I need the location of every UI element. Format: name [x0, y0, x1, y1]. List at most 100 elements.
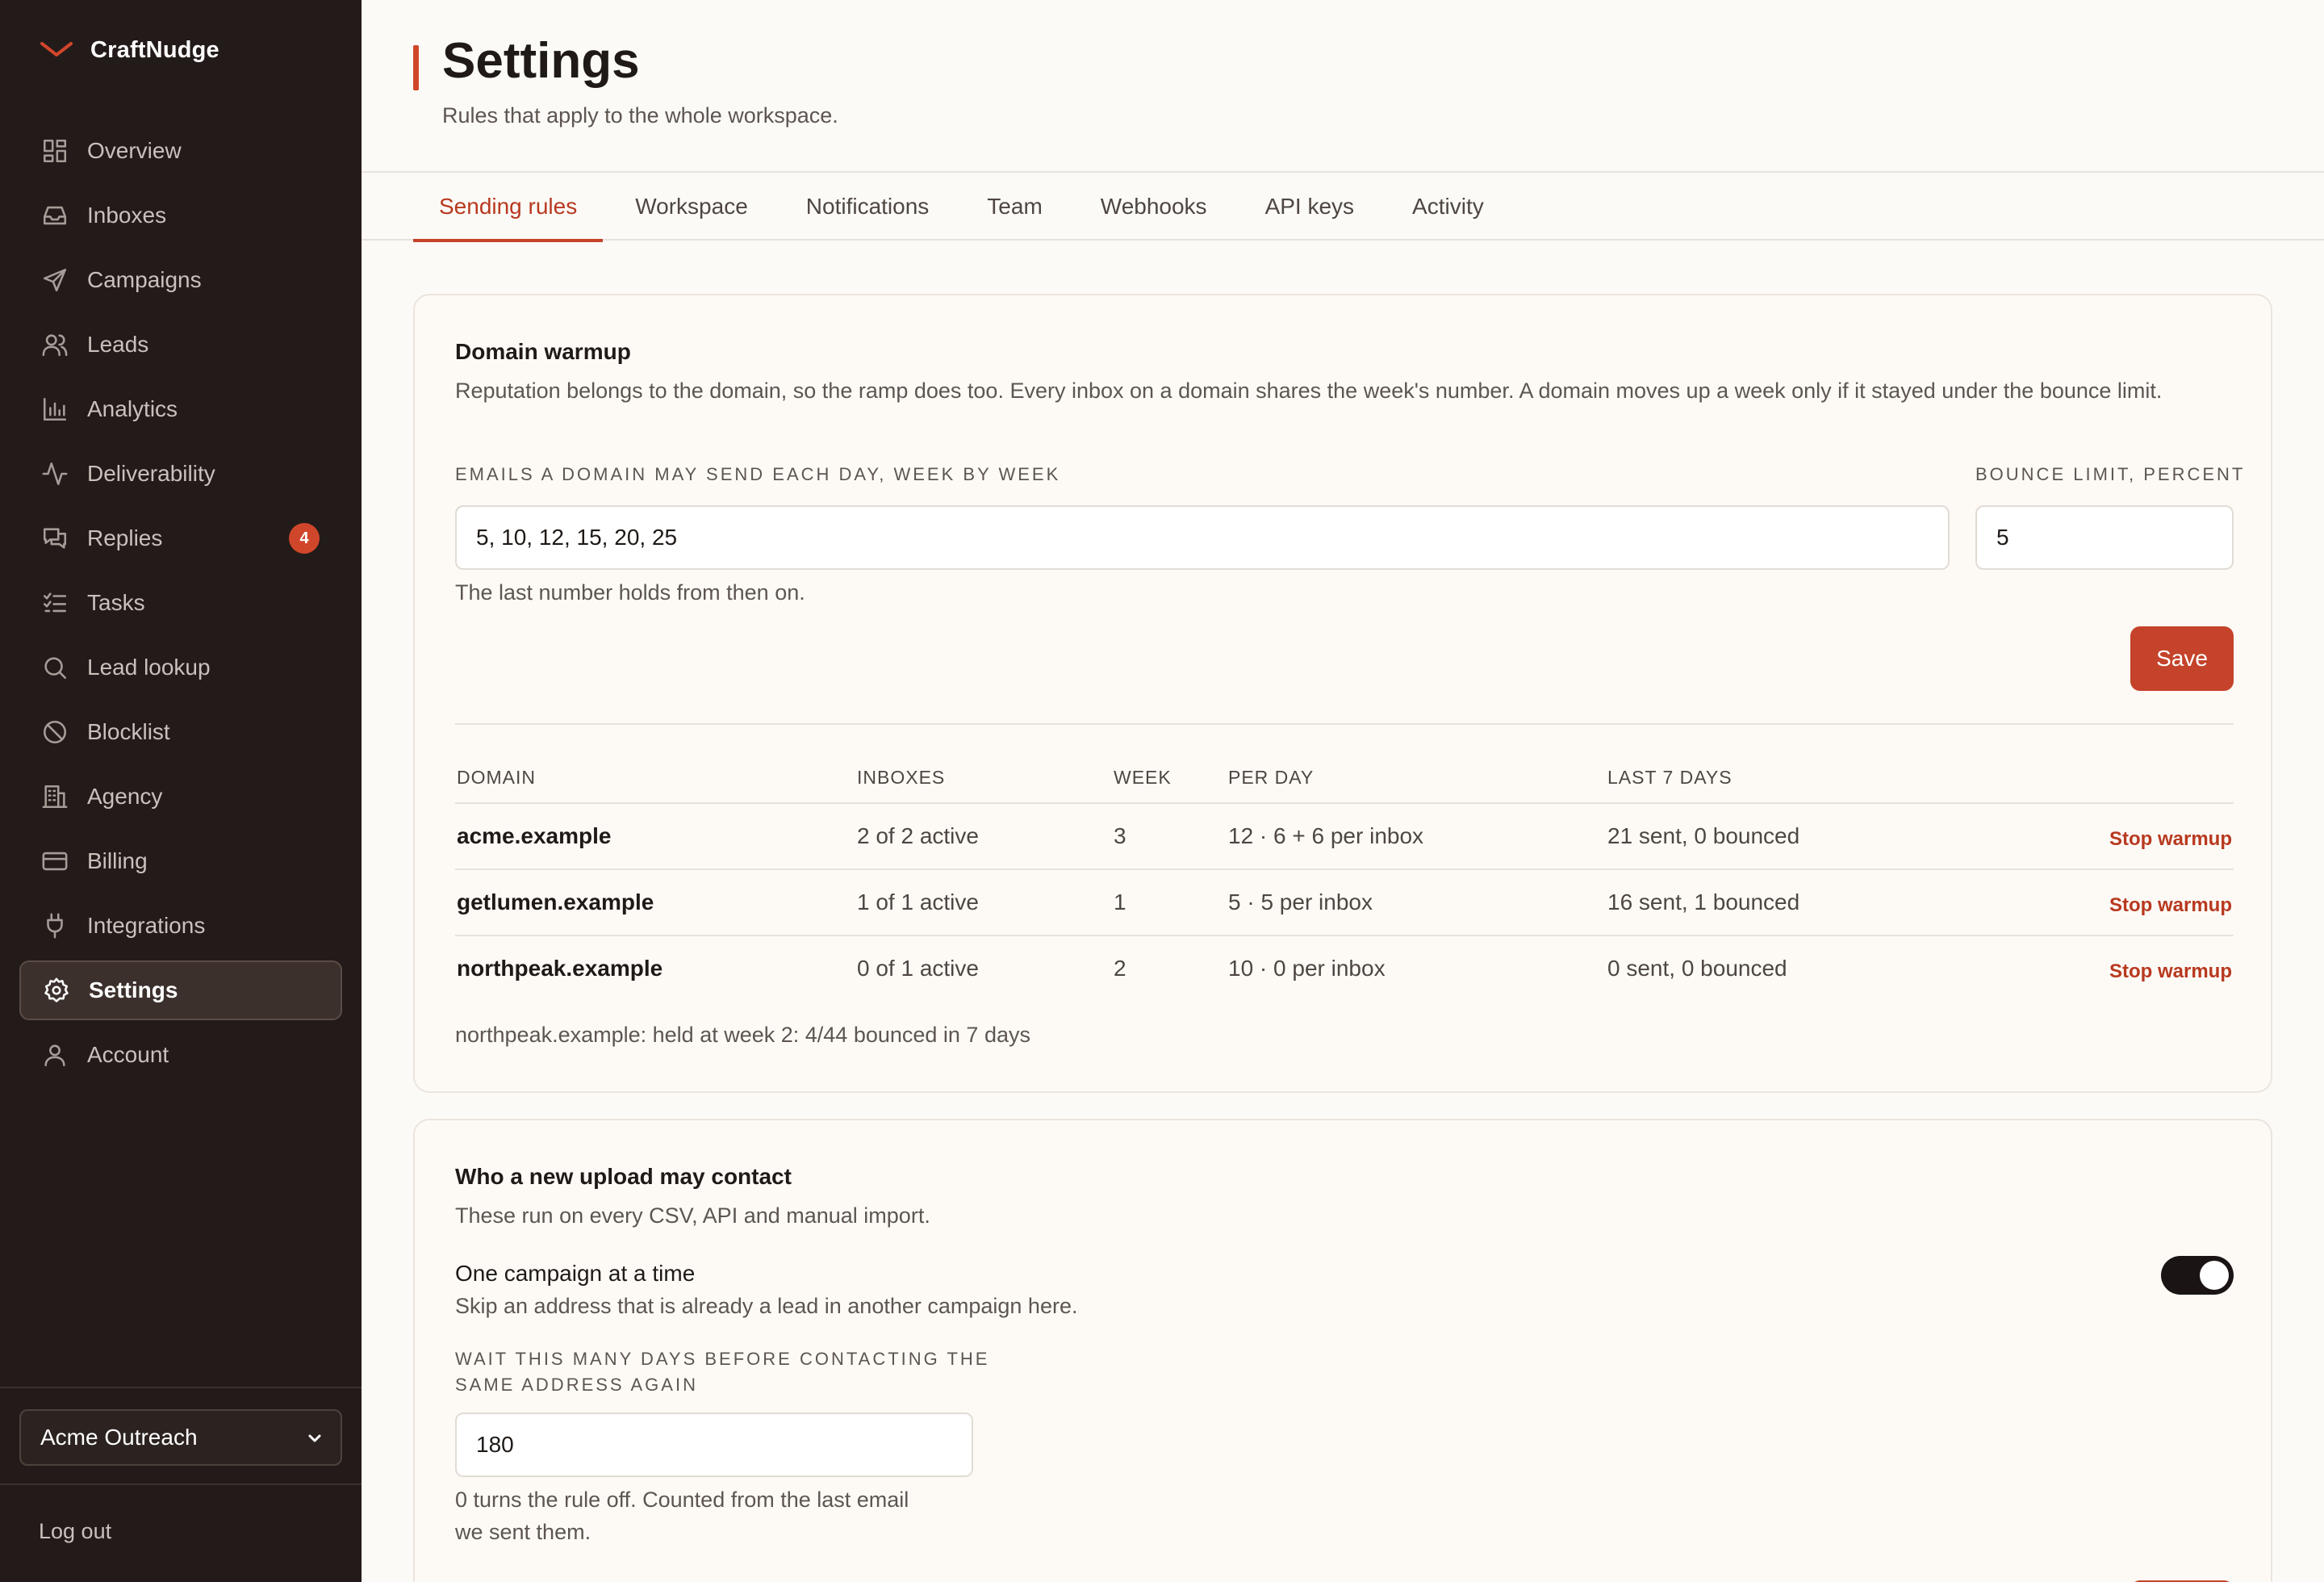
tab-workspace[interactable]: Workspace: [609, 173, 774, 241]
schedule-input[interactable]: 5, 10, 12, 15, 20, 25: [455, 505, 1950, 570]
stop-warmup-button[interactable]: Stop warmup: [2109, 960, 2232, 983]
sidebar-nav: Overview Inboxes Campaigns Leads Analyti…: [19, 121, 342, 1090]
main-content: Settings Rules that apply to the whole w…: [362, 0, 2324, 1582]
chevron-down-icon: [308, 1434, 321, 1442]
sidebar-item-billing[interactable]: Billing: [19, 831, 342, 891]
bounce-limit-label: Bounce limit, percent: [1975, 464, 2246, 484]
bounce-limit-input[interactable]: 5: [1975, 505, 2234, 570]
week-cell: 3: [1114, 823, 1126, 848]
wait-days-input[interactable]: 180: [455, 1412, 973, 1477]
domain-warmup-description: Reputation belongs to the domain, so the…: [455, 379, 2163, 403]
per-day-cell: 10 · 0 per inbox: [1228, 956, 1386, 981]
save-button[interactable]: Save: [2130, 626, 2234, 691]
sidebar-item-inboxes[interactable]: Inboxes: [19, 186, 342, 245]
chat-icon: [40, 524, 69, 553]
tab-notifications[interactable]: Notifications: [780, 173, 955, 241]
one-campaign-toggle[interactable]: [2161, 1256, 2234, 1295]
workspace-select[interactable]: Acme Outreach: [19, 1409, 342, 1466]
toggle-knob: [2200, 1261, 2229, 1290]
title-accent-bar: [413, 45, 419, 90]
domain-name: acme.example: [457, 823, 612, 848]
wait-days-hint-line: we sent them.: [455, 1520, 591, 1544]
section-divider: [455, 723, 2234, 725]
tab-api-keys[interactable]: API keys: [1239, 173, 1380, 241]
per-day-cell: 12 · 6 + 6 per inbox: [1228, 823, 1424, 848]
user-icon: [40, 1040, 69, 1069]
brand[interactable]: CraftNudge: [39, 36, 219, 65]
sidebar-item-account[interactable]: Account: [19, 1025, 342, 1085]
stop-warmup-button[interactable]: Stop warmup: [2109, 894, 2232, 917]
upload-rules-title: Who a new upload may contact: [455, 1164, 792, 1189]
workspace-select-value: Acme Outreach: [40, 1425, 198, 1450]
wait-days-label-line: same address again: [455, 1375, 698, 1395]
sidebar-item-overview[interactable]: Overview: [19, 121, 342, 181]
warmup-hold-note: northpeak.example: held at week 2: 4/44 …: [455, 1023, 1030, 1047]
logout-link[interactable]: Log out: [39, 1519, 111, 1544]
sidebar-item-analytics[interactable]: Analytics: [19, 379, 342, 439]
table-header-divider: [455, 802, 2234, 804]
sidebar-item-label: Billing: [87, 848, 148, 873]
week-cell: 1: [1114, 889, 1126, 914]
wait-days-hint-line: 0 turns the rule off. Counted from the l…: [455, 1488, 909, 1512]
sidebar-item-agency[interactable]: Agency: [19, 767, 342, 827]
wait-days-hint: 0 turns the rule off. Counted from the l…: [455, 1484, 909, 1548]
table-row-divider: [455, 868, 2234, 870]
sidebar-item-settings[interactable]: Settings: [19, 960, 342, 1020]
column-header-per-day: PER DAY: [1228, 767, 1315, 788]
domain-warmup-title: Domain warmup: [455, 339, 631, 364]
sidebar-item-label: Blocklist: [87, 719, 170, 744]
sidebar-item-label: Inboxes: [87, 203, 167, 228]
sidebar-item-label: Lead lookup: [87, 655, 211, 680]
sidebar-item-label: Agency: [87, 784, 163, 809]
gear-icon: [42, 976, 71, 1005]
schedule-hint: The last number holds from then on.: [455, 580, 805, 605]
sidebar-item-label: Campaigns: [87, 267, 202, 292]
sidebar-item-deliverability[interactable]: Deliverability: [19, 444, 342, 504]
one-campaign-description: Skip an address that is already a lead i…: [455, 1294, 1078, 1318]
tab-team[interactable]: Team: [961, 173, 1068, 241]
column-header-inboxes: INBOXES: [857, 767, 946, 788]
sidebar-item-lead-lookup[interactable]: Lead lookup: [19, 638, 342, 697]
inboxes-cell: 1 of 1 active: [857, 889, 979, 914]
sidebar-item-label: Account: [87, 1042, 169, 1067]
wait-days-label-line: Wait this many days before contacting th…: [455, 1349, 990, 1369]
wait-days-label: Wait this many days before contacting th…: [455, 1346, 989, 1398]
send-icon: [40, 266, 69, 295]
domain-name: getlumen.example: [457, 889, 654, 914]
upload-rules-card: Who a new upload may contact These run o…: [413, 1119, 2272, 1582]
pulse-icon: [40, 459, 69, 488]
sidebar-item-leads[interactable]: Leads: [19, 315, 342, 375]
sidebar-item-label: Overview: [87, 138, 182, 163]
ban-icon: [40, 718, 69, 747]
tab-activity[interactable]: Activity: [1386, 173, 1510, 241]
sidebar-item-replies[interactable]: Replies 4: [19, 508, 342, 568]
sidebar-item-label: Analytics: [87, 396, 178, 421]
tab-webhooks[interactable]: Webhooks: [1075, 173, 1233, 241]
sidebar-item-integrations[interactable]: Integrations: [19, 896, 342, 956]
grid-icon: [40, 136, 69, 165]
domain-name: northpeak.example: [457, 956, 663, 981]
bar-chart-icon: [40, 395, 69, 424]
checklist-icon: [40, 588, 69, 617]
domain-warmup-card: Domain warmup Reputation belongs to the …: [413, 294, 2272, 1093]
column-header-domain: DOMAIN: [457, 767, 536, 788]
sidebar-item-campaigns[interactable]: Campaigns: [19, 250, 342, 310]
users-icon: [40, 330, 69, 359]
stop-warmup-button[interactable]: Stop warmup: [2109, 828, 2232, 851]
sidebar-item-label: Tasks: [87, 590, 145, 615]
sidebar-item-label: Replies: [87, 525, 163, 550]
sidebar-item-label: Leads: [87, 332, 149, 357]
inboxes-cell: 2 of 2 active: [857, 823, 979, 848]
sidebar-item-blocklist[interactable]: Blocklist: [19, 702, 342, 762]
sidebar-item-label: Integrations: [87, 913, 206, 938]
per-day-cell: 5 · 5 per inbox: [1228, 889, 1373, 914]
last-7-days-cell: 21 sent, 0 bounced: [1607, 823, 1800, 848]
sidebar-item-tasks[interactable]: Tasks: [19, 573, 342, 633]
schedule-label: Emails a domain may send each day, week …: [455, 464, 1061, 484]
tab-sending-rules[interactable]: Sending rules: [413, 173, 604, 242]
replies-count-badge: 4: [289, 523, 320, 554]
page-title: Settings: [442, 33, 640, 89]
upload-rules-description: These run on every CSV, API and manual i…: [455, 1203, 930, 1228]
week-cell: 2: [1114, 956, 1126, 981]
sidebar: CraftNudge Overview Inboxes Campaigns Le…: [0, 0, 362, 1582]
